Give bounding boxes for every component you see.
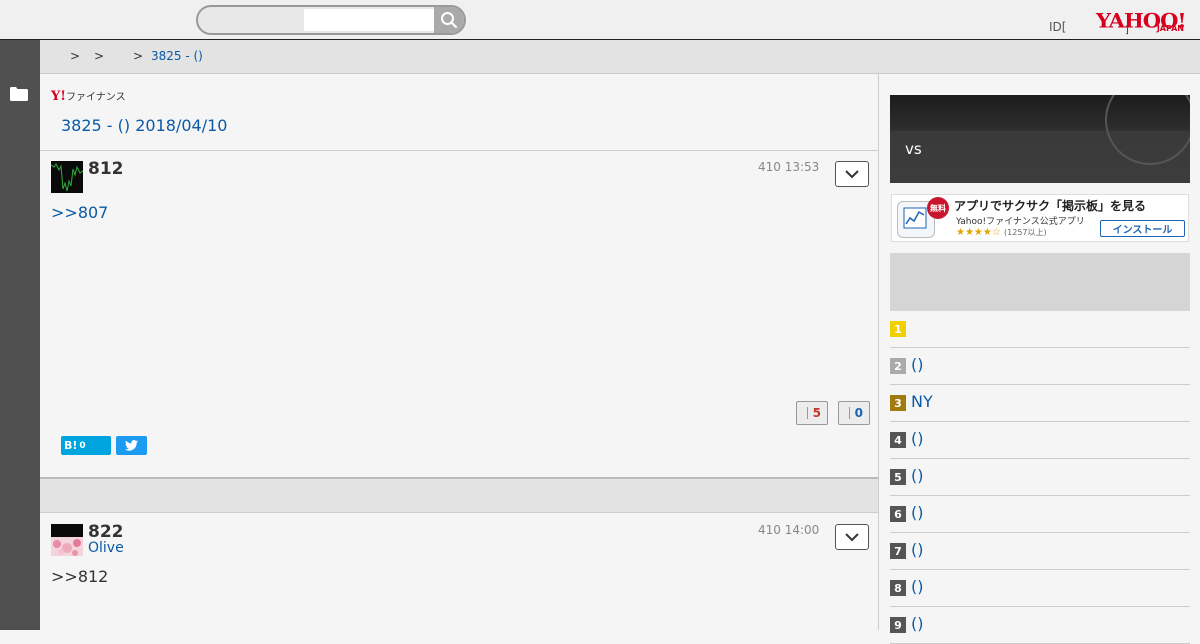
ranking-item[interactable]: 3 NY [890,385,1190,422]
main-content: Y!ファイナンス 3825 - () 2018/04/10 812 410 13… [40,74,879,630]
ad-separator [40,477,878,513]
page-title[interactable]: 3825 - () 2018/04/10 [61,116,227,135]
rank-badge: 8 [890,580,906,596]
ranking-label[interactable]: () [911,614,923,633]
ranking-label[interactable]: () [911,355,923,374]
rank-badge: 6 [890,506,906,522]
avatar[interactable] [51,524,83,556]
vs-banner[interactable]: vs [890,95,1190,183]
free-badge: 無料 [927,197,949,219]
review-count: (1257以上) [1004,228,1047,237]
rank-badge: 7 [890,543,906,559]
post-number: 822 [88,522,124,542]
breadcrumb-separator: > [133,49,144,63]
ranking-header-placeholder [890,253,1190,311]
chevron-down-icon [845,169,859,178]
ranking-list: 1 2 () 3 NY 4 () 5 () 6 () 7 () 8 () 9 () [890,311,1190,644]
post-body: >>812 [51,567,109,586]
finance-logo-mark: Y! [51,89,66,104]
ranking-item[interactable]: 5 () [890,459,1190,496]
ranking-item[interactable]: 9 () [890,607,1190,644]
ranking-label[interactable]: NY [911,392,933,411]
rank-badge: 1 [890,321,906,337]
hatena-icon: B! [64,439,78,452]
ranking-item[interactable]: 2 () [890,348,1190,385]
yahoo-logo-sub: JAPAN [1156,24,1184,33]
left-sidebar [0,40,40,630]
post-menu-button[interactable] [835,524,869,550]
reply-anchor-link[interactable]: >>807 [51,203,108,222]
star-rating: ★★★★☆ [956,227,1001,238]
ranking-label[interactable]: () [911,503,923,522]
hatena-count: 0 [79,440,86,451]
breadcrumb-separator: > [94,49,105,63]
yahoo-finance-logo[interactable]: Y!ファイナンス [51,88,126,104]
rank-badge: 2 [890,358,906,374]
top-header: ID[ ] YAHOO! JAPAN [0,0,1200,40]
folder-icon[interactable] [10,87,28,101]
app-rating-stars: ★★★★☆ (1257以上) [956,227,1047,238]
dislike-button[interactable]: 0 [838,401,870,425]
id-login-link[interactable]: ID[ [1049,20,1066,34]
yahoo-japan-logo[interactable]: YAHOO! JAPAN [1096,10,1188,36]
post-item: 822 Olive 410 14:00 >>812 [40,513,878,630]
post-number: 812 [88,159,124,179]
vs-label: vs [905,140,922,158]
chevron-down-icon [845,532,859,541]
search-box [196,5,466,35]
dislike-divider [849,407,850,419]
post-menu-button[interactable] [835,161,869,187]
search-button[interactable] [434,7,464,33]
dislike-count: 0 [854,406,863,420]
hatena-bookmark-button[interactable]: B! 0 [61,436,111,455]
avatar-image [51,161,83,193]
ranking-label[interactable]: () [911,540,923,559]
ranking-item[interactable]: 4 () [890,422,1190,459]
ranking-label[interactable]: () [911,466,923,485]
app-ad-subtitle: Yahoo!ファイナンス公式アプリ [956,217,1085,227]
app-ad-title: アプリでサクサク「掲示板」を見る [954,199,1147,213]
right-column: vs 無料 アプリでサクサク「掲示板」を見る Yahoo!ファイナンス公式アプリ… [880,74,1200,644]
breadcrumb: > > > 3825 - () [40,40,1200,74]
search-icon [441,12,458,29]
post-body: >>807 [51,203,108,222]
breadcrumb-separator: > [70,49,81,63]
post-date: 410 14:00 [758,523,820,537]
like-divider [807,407,808,419]
rank-badge: 4 [890,432,906,448]
ranking-label[interactable]: () [911,429,923,448]
ranking-item[interactable]: 1 [890,311,1190,348]
ranking-label[interactable]: () [911,577,923,596]
app-install-ad[interactable]: 無料 アプリでサクサク「掲示板」を見る Yahoo!ファイナンス公式アプリ ★★… [891,194,1189,242]
rank-badge: 5 [890,469,906,485]
post-date: 410 13:53 [758,160,820,174]
ranking-item[interactable]: 7 () [890,533,1190,570]
baseball-graphic [1105,95,1190,165]
finance-logo-text: ファイナンス [66,92,126,103]
install-button[interactable]: インストール [1100,220,1185,237]
ranking-item[interactable]: 8 () [890,570,1190,607]
rank-badge: 3 [890,395,906,411]
twitter-share-button[interactable] [116,436,147,455]
twitter-bird-icon [125,440,138,451]
avatar[interactable] [51,161,83,193]
rank-badge: 9 [890,617,906,633]
breadcrumb-current[interactable]: 3825 - () [151,49,203,63]
avatar-image [51,524,83,556]
like-button[interactable]: 5 [796,401,828,425]
post-author[interactable]: Olive [88,540,124,556]
search-input[interactable] [304,9,434,31]
post-item: 812 410 13:53 >>807 5 0 B! 0 [40,151,878,477]
ranking-item[interactable]: 6 () [890,496,1190,533]
like-count: 5 [812,406,821,420]
